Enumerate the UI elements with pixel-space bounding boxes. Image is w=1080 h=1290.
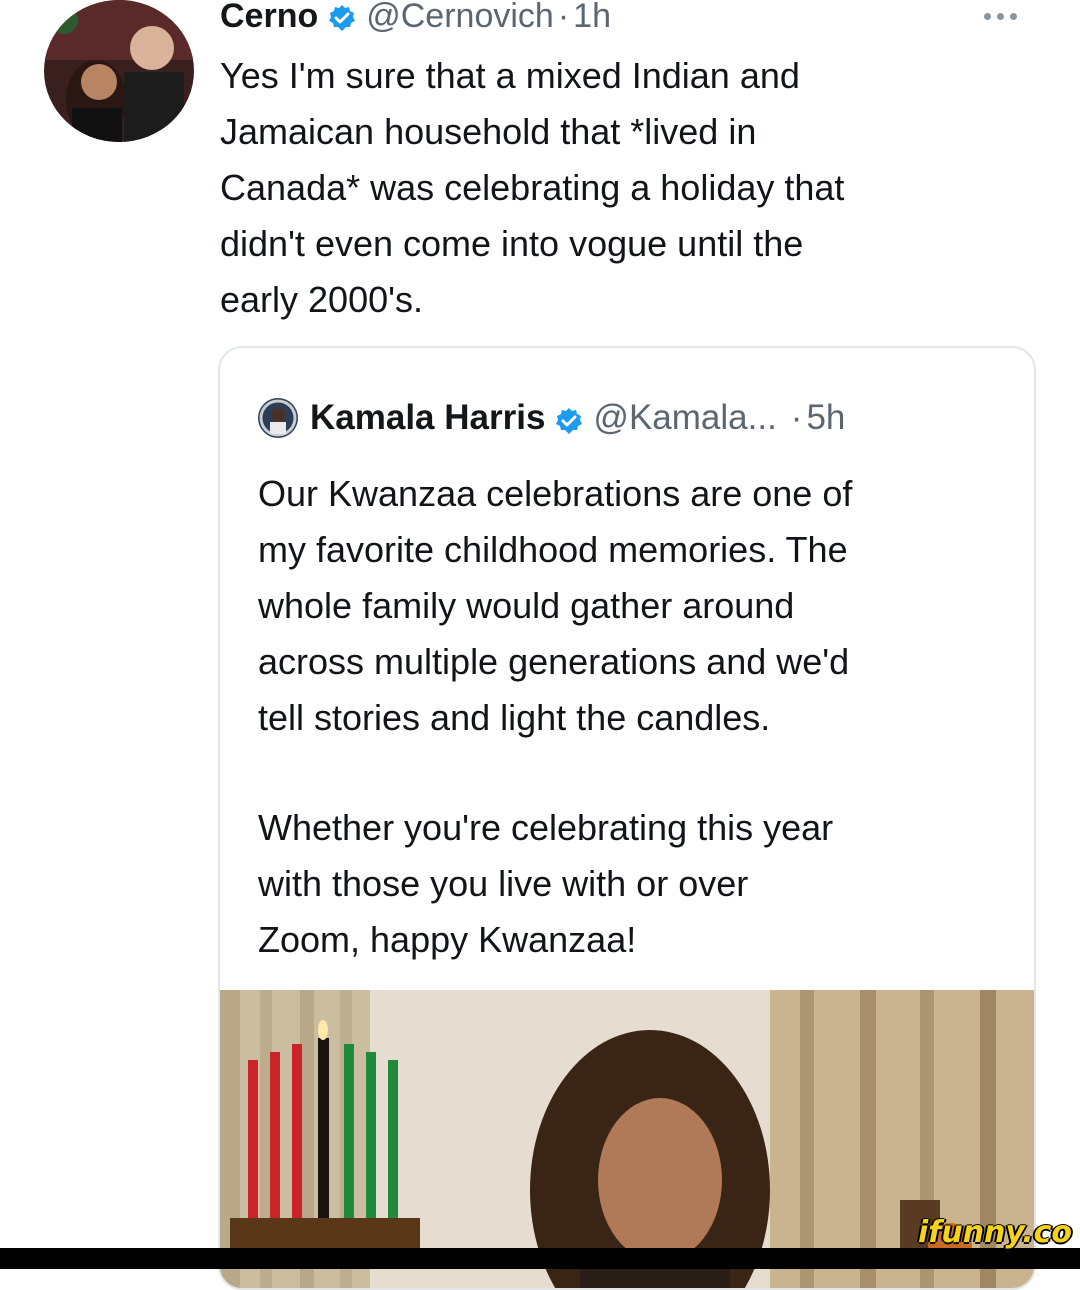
quoted-author-handle[interactable]: @Kamala... xyxy=(593,398,776,438)
quoted-tweet-card[interactable]: Kamala Harris @Kamala... · 5h Our Kwanza… xyxy=(218,346,1036,1290)
quoted-tweet-time[interactable]: 5h xyxy=(806,398,845,438)
author-name[interactable]: Cerno xyxy=(220,0,318,36)
author-avatar[interactable] xyxy=(44,0,194,142)
more-options-icon[interactable] xyxy=(984,6,1032,26)
avatar-photo xyxy=(44,0,194,142)
media-image xyxy=(220,990,1034,1288)
quoted-tweet-paragraph-2: Whether you're celebrating this year wit… xyxy=(258,807,834,960)
ifunny-watermark: ifunny.co xyxy=(918,1215,1072,1250)
tweet-header: Cerno @Cernovich · 1h xyxy=(220,0,611,38)
quoted-tweet-header: Kamala Harris @Kamala... · 5h xyxy=(258,396,845,440)
tweet-time[interactable]: 1h xyxy=(573,0,611,36)
verified-badge-icon xyxy=(555,404,583,434)
footer-bar xyxy=(0,1248,1080,1269)
separator-dot: · xyxy=(790,398,803,437)
verified-badge-icon xyxy=(328,2,356,31)
quoted-author-name[interactable]: Kamala Harris xyxy=(310,398,545,438)
separator-dot: · xyxy=(557,0,570,35)
author-handle[interactable]: @Cernovich xyxy=(366,0,554,36)
quoted-author-avatar xyxy=(258,398,298,438)
quoted-tweet-paragraph-1: Our Kwanzaa celebrations are one of my f… xyxy=(258,473,853,738)
quoted-tweet-media[interactable] xyxy=(220,990,1034,1288)
tweet-body: Yes I'm sure that a mixed Indian and Jam… xyxy=(220,55,845,320)
